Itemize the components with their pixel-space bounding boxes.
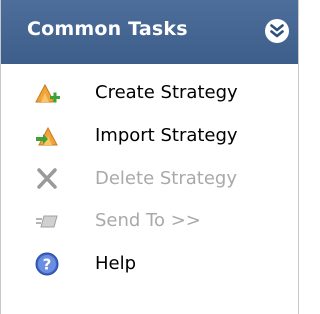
task-import-strategy[interactable]: Import Strategy	[1, 116, 298, 156]
double-chevron-up-icon	[270, 24, 284, 38]
panel-header: Common Tasks	[1, 0, 298, 64]
task-delete-strategy[interactable]: Delete Strategy	[1, 159, 298, 199]
panel-title: Common Tasks	[27, 18, 188, 40]
task-label: Help	[95, 253, 137, 274]
task-label: Import Strategy	[95, 125, 238, 146]
collapse-button[interactable]	[265, 19, 289, 43]
common-tasks-panel: Common Tasks Create Strategy Import Stra…	[0, 0, 299, 314]
help-icon: ?	[35, 252, 61, 276]
task-label: Send To >>	[95, 210, 201, 231]
delete-x-icon	[35, 167, 61, 191]
task-send-to[interactable]: Send To >>	[1, 201, 298, 241]
task-help[interactable]: ? Help	[1, 244, 298, 284]
create-strategy-icon	[35, 81, 61, 105]
import-strategy-icon	[35, 124, 61, 148]
task-label: Create Strategy	[95, 82, 238, 103]
send-to-icon	[35, 209, 61, 233]
task-label: Delete Strategy	[95, 168, 237, 189]
task-create-strategy[interactable]: Create Strategy	[1, 73, 298, 113]
svg-text:?: ?	[43, 256, 52, 274]
